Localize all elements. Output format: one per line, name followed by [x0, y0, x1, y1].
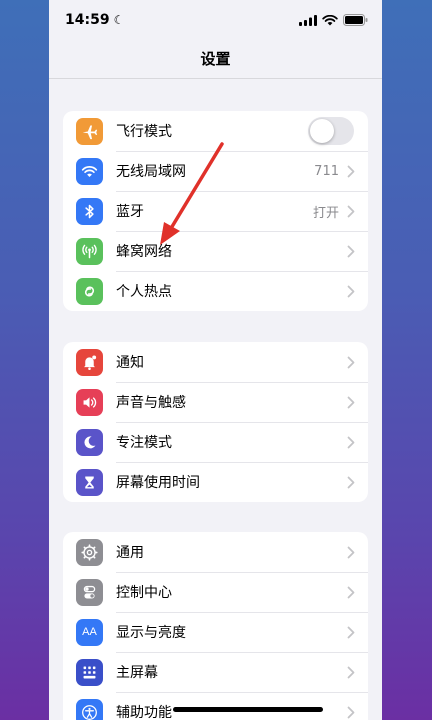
annotation-arrow	[160, 142, 224, 245]
